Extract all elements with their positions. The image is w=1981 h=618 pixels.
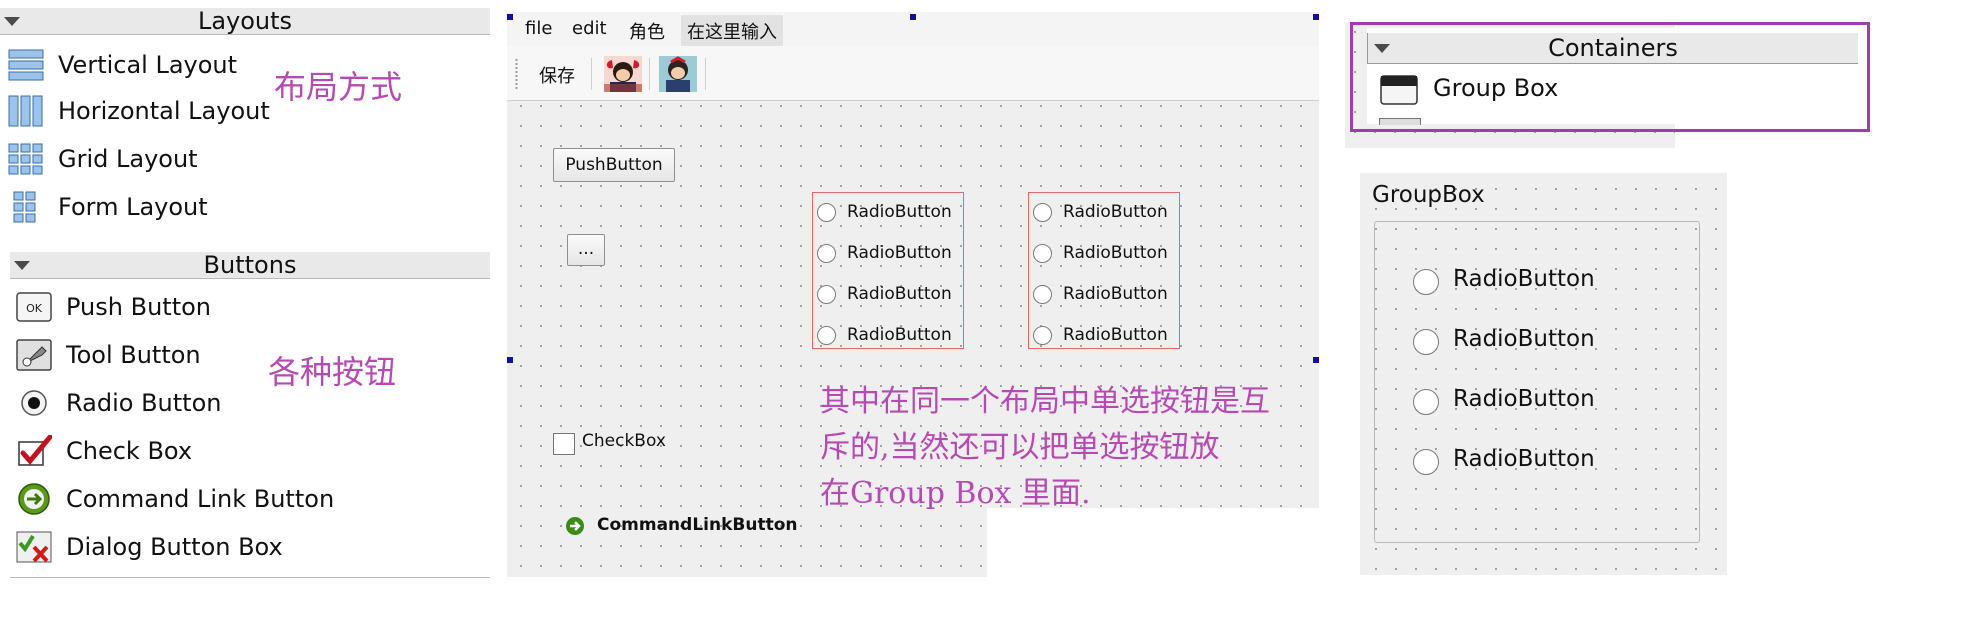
layouts-annotation: 布局方式: [274, 68, 403, 106]
check-box-icon: [18, 435, 52, 466]
collapse-triangle-icon[interactable]: [14, 261, 30, 270]
command-link-arrow-icon: [566, 517, 584, 535]
radio-circle-icon: [1413, 449, 1439, 475]
groupbox-form[interactable]: GroupBox RadioButton RadioButton RadioBu…: [1360, 173, 1727, 575]
radio-circle-icon: [817, 326, 836, 345]
svg-text:OK: OK: [26, 302, 43, 315]
form-mask: [987, 508, 1319, 577]
form-push-button[interactable]: PushButton: [553, 148, 675, 182]
radio-button-icon: [21, 390, 47, 416]
grid-layout-icon: [8, 143, 43, 175]
buttons-header-label: Buttons: [203, 251, 297, 279]
selection-handle[interactable]: [1313, 14, 1319, 20]
widget-item-label: Dialog Button Box: [66, 533, 283, 561]
tool-bar: 保存: [507, 46, 1319, 101]
toolbar-grip-icon[interactable]: [515, 58, 518, 90]
widget-item-label: Vertical Layout: [58, 51, 238, 79]
radio-layout-2[interactable]: RadioButton RadioButton RadioButton Radi…: [1028, 192, 1180, 349]
radio-circle-icon: [1033, 285, 1052, 304]
radio-label: RadioButton: [1063, 243, 1168, 263]
widget-item-label: Horizontal Layout: [58, 97, 270, 125]
toolbar-save-button[interactable]: 保存: [539, 62, 575, 88]
form-layout-icon: [13, 191, 36, 223]
radio-circle-icon: [817, 203, 836, 222]
widget-item-label: Form Layout: [58, 193, 208, 221]
annotation-line: 其中在同一个布局中单选按钮是互: [820, 384, 1270, 419]
push-button-icon: OK: [16, 292, 52, 322]
character-2-icon[interactable]: [659, 56, 697, 92]
radio-circle-icon: [817, 244, 836, 263]
annotation-line: 斥的,当然还可以把单选按钮放: [820, 430, 1220, 465]
radio-label: RadioButton: [1063, 284, 1168, 304]
form-checkbox[interactable]: [553, 433, 575, 455]
selection-handle[interactable]: [1313, 357, 1319, 363]
tool-button-icon: [16, 339, 52, 371]
widget-item-label: Push Button: [66, 293, 211, 321]
widget-item-label: Command Link Button: [66, 485, 335, 513]
buttons-category-header[interactable]: Buttons: [10, 252, 490, 279]
containers-highlight-box: [1350, 22, 1870, 132]
toolbar-separator: [705, 58, 706, 90]
radio-label: RadioButton: [847, 325, 952, 345]
horizontal-layout-icon: [8, 95, 43, 127]
radio-label: RadioButton: [1453, 266, 1595, 292]
groupbox-title: GroupBox: [1372, 182, 1485, 208]
form-annotation: 其中在同一个布局中单选按钮是互 斥的,当然还可以把单选按钮放 在Group Bo…: [820, 379, 1270, 517]
radio-label: RadioButton: [847, 284, 952, 304]
radio-label: RadioButton: [847, 202, 952, 222]
menu-edit[interactable]: edit: [572, 18, 607, 39]
layouts-header-label: Layouts: [197, 7, 293, 35]
radio-circle-icon: [817, 285, 836, 304]
radio-label: RadioButton: [1453, 386, 1595, 412]
radio-circle-icon: [1413, 269, 1439, 295]
selection-handle[interactable]: [910, 14, 916, 20]
radio-label: RadioButton: [1453, 326, 1595, 352]
radio-label: RadioButton: [1063, 325, 1168, 345]
widget-box-divider: [10, 577, 490, 578]
layouts-category-header[interactable]: Layouts: [0, 8, 490, 35]
groupbox-frame[interactable]: RadioButton RadioButton RadioButton Radi…: [1374, 221, 1700, 543]
buttons-annotation: 各种按钮: [268, 353, 397, 391]
menu-type-here[interactable]: 在这里输入: [681, 15, 783, 47]
toolbar-separator: [649, 58, 650, 90]
menu-file[interactable]: file: [525, 18, 552, 39]
command-link-icon: [18, 483, 50, 515]
radio-label: RadioButton: [847, 243, 952, 263]
form-checkbox-label: CheckBox: [582, 431, 666, 451]
radio-label: RadioButton: [1063, 202, 1168, 222]
selection-handle[interactable]: [507, 14, 513, 20]
widget-item-label: Grid Layout: [58, 145, 198, 173]
radio-circle-icon: [1033, 244, 1052, 263]
form-tool-button[interactable]: ...: [567, 234, 605, 266]
vertical-layout-icon: [8, 49, 44, 81]
character-1-icon[interactable]: [604, 56, 642, 92]
radio-label: RadioButton: [1453, 446, 1595, 472]
widget-item-label: Tool Button: [66, 341, 201, 369]
widget-item-label: Radio Button: [66, 389, 222, 417]
radio-circle-icon: [1033, 326, 1052, 345]
menu-role[interactable]: 角色: [629, 18, 665, 44]
annotation-line: 在Group Box 里面.: [820, 476, 1091, 511]
dialog-button-box-icon: [16, 531, 52, 563]
radio-layout-1[interactable]: RadioButton RadioButton RadioButton Radi…: [812, 192, 964, 349]
radio-circle-icon: [1033, 203, 1052, 222]
toolbar-separator: [591, 58, 592, 90]
form-command-link-button[interactable]: CommandLinkButton: [597, 515, 798, 535]
collapse-triangle-icon[interactable]: [4, 17, 20, 26]
radio-circle-icon: [1413, 389, 1439, 415]
selection-handle[interactable]: [507, 357, 513, 363]
widget-item-label: Check Box: [66, 437, 193, 465]
radio-circle-icon: [1413, 329, 1439, 355]
